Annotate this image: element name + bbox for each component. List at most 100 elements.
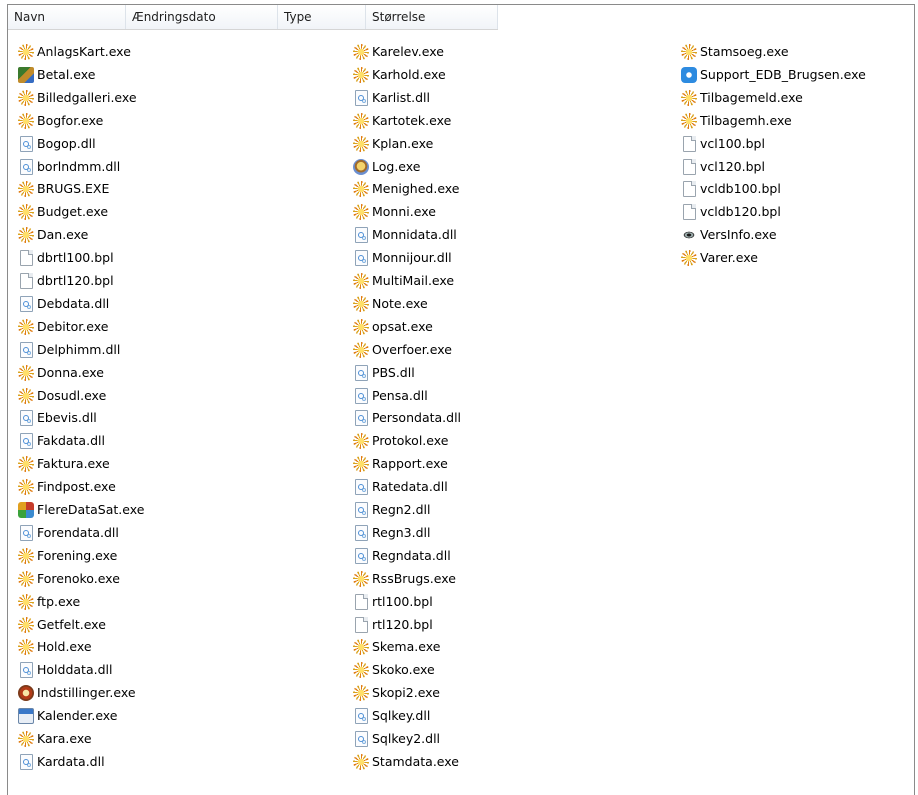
- column-header-bar: Navn Ændringsdato Type Størrelse: [8, 5, 498, 30]
- file-name: Note.exe: [372, 295, 428, 311]
- file-name: Forenoko.exe: [37, 570, 120, 586]
- file-name: Ratedata.dll: [372, 479, 448, 495]
- file-name: Skoko.exe: [372, 662, 435, 678]
- file-name: Ebevis.dll: [37, 410, 97, 426]
- exe-icon: [18, 89, 34, 106]
- exe-icon: [353, 341, 369, 358]
- file-name: BRUGS.EXE: [37, 181, 110, 197]
- dll-icon: [355, 364, 368, 381]
- file-name: Hold.exe: [37, 639, 92, 655]
- calendar-icon: [18, 708, 34, 725]
- file-name: Karlist.dll: [372, 89, 430, 105]
- file-name: vcl120.bpl: [700, 158, 765, 174]
- column-header-size[interactable]: Størrelse: [366, 5, 498, 29]
- dll-icon: [355, 547, 368, 564]
- file-name: Indstillinger.exe: [37, 685, 136, 701]
- exe-icon: [18, 181, 34, 198]
- dll-icon: [355, 502, 368, 518]
- exe-icon: [353, 135, 369, 152]
- dll-icon: [20, 433, 33, 450]
- exe-icon: [18, 364, 34, 381]
- bpl-icon: [683, 181, 696, 198]
- column-header-modified-date[interactable]: Ændringsdato: [126, 5, 278, 29]
- dll-icon: [355, 410, 368, 427]
- app-icon-multi: [18, 502, 34, 518]
- exe-icon: [681, 44, 697, 60]
- file-name: Kalender.exe: [37, 708, 118, 724]
- file-name: Sqlkey2.dll: [372, 731, 441, 746]
- file-name: Budget.exe: [37, 204, 109, 220]
- dll-icon: [20, 158, 33, 175]
- file-name: Log.exe: [372, 158, 421, 174]
- file-name: Karhold.exe: [372, 66, 446, 82]
- file-name: Delphimm.dll: [37, 341, 121, 357]
- app-icon-indstillinger: [18, 685, 34, 702]
- exe-icon: [18, 44, 34, 60]
- bpl-icon: [683, 204, 696, 221]
- file-name: Forening.exe: [37, 547, 118, 563]
- app-icon-betal: [18, 66, 34, 83]
- dll-icon: [355, 731, 368, 747]
- file-name: RssBrugs.exe: [372, 570, 456, 586]
- exe-icon: [18, 204, 34, 221]
- dll-icon: [20, 410, 33, 427]
- file-name: ftp.exe: [37, 593, 81, 609]
- support-icon: [681, 66, 697, 83]
- bpl-icon: [683, 135, 696, 152]
- dll-icon: [20, 135, 33, 152]
- exe-icon: [353, 685, 369, 702]
- file-name: Pensa.dll: [372, 387, 428, 403]
- file-name: Faktura.exe: [37, 456, 110, 472]
- file-name: Persondata.dll: [372, 410, 462, 426]
- file-name: Monni.exe: [372, 204, 436, 220]
- file-name: Sqlkey.dll: [372, 708, 431, 724]
- file-name: vcl100.bpl: [700, 135, 765, 151]
- file-name: vcldb100.bpl: [700, 181, 781, 197]
- file-name: Betal.exe: [37, 66, 96, 82]
- exe-icon: [353, 433, 369, 450]
- exe-icon: [18, 456, 34, 473]
- file-name: Debitor.exe: [37, 318, 109, 334]
- file-name: Tilbagemeld.exe: [700, 89, 803, 105]
- exe-icon: [353, 44, 369, 60]
- exe-icon: [353, 318, 369, 335]
- file-name: Bogfor.exe: [37, 112, 104, 128]
- file-name: Menighed.exe: [372, 181, 460, 197]
- file-name: AnlagsKart.exe: [37, 44, 131, 59]
- exe-icon: [681, 89, 697, 106]
- file-name: Fakdata.dll: [37, 433, 105, 449]
- exe-icon: [18, 227, 34, 244]
- column-header-type[interactable]: Type: [278, 5, 366, 29]
- dll-icon: [355, 250, 368, 267]
- exe-icon: [18, 570, 34, 587]
- exe-icon: [18, 479, 34, 496]
- eye-icon: [681, 227, 697, 244]
- exe-icon: [353, 181, 369, 198]
- exe-icon: [681, 250, 697, 267]
- exe-icon: [353, 112, 369, 129]
- dll-icon: [20, 295, 33, 312]
- file-name: Dosudl.exe: [37, 387, 107, 403]
- file-name: Bogop.dll: [37, 135, 96, 151]
- file-name: Skopi2.exe: [372, 685, 440, 701]
- dll-icon: [20, 662, 33, 679]
- dll-icon: [20, 524, 33, 541]
- file-name: Varer.exe: [700, 250, 758, 266]
- exe-icon: [353, 66, 369, 83]
- file-name: VersInfo.exe: [700, 227, 777, 243]
- file-name: Forendata.dll: [37, 524, 119, 540]
- file-name: Holddata.dll: [37, 662, 113, 678]
- file-name: Overfoer.exe: [372, 341, 452, 357]
- file-name: MultiMail.exe: [372, 273, 455, 288]
- file-name: FlereDataSat.exe: [37, 502, 145, 517]
- file-name: opsat.exe: [372, 318, 433, 334]
- exe-icon: [353, 570, 369, 587]
- file-name: Regn3.dll: [372, 524, 431, 540]
- file-name: Kardata.dll: [37, 753, 105, 769]
- file-name: Findpost.exe: [37, 479, 116, 495]
- exe-icon: [681, 112, 697, 129]
- file-name: dbrtl100.bpl: [37, 250, 114, 266]
- file-name: Karelev.exe: [372, 44, 444, 59]
- column-header-name[interactable]: Navn: [8, 5, 126, 29]
- file-name: dbrtl120.bpl: [37, 273, 114, 288]
